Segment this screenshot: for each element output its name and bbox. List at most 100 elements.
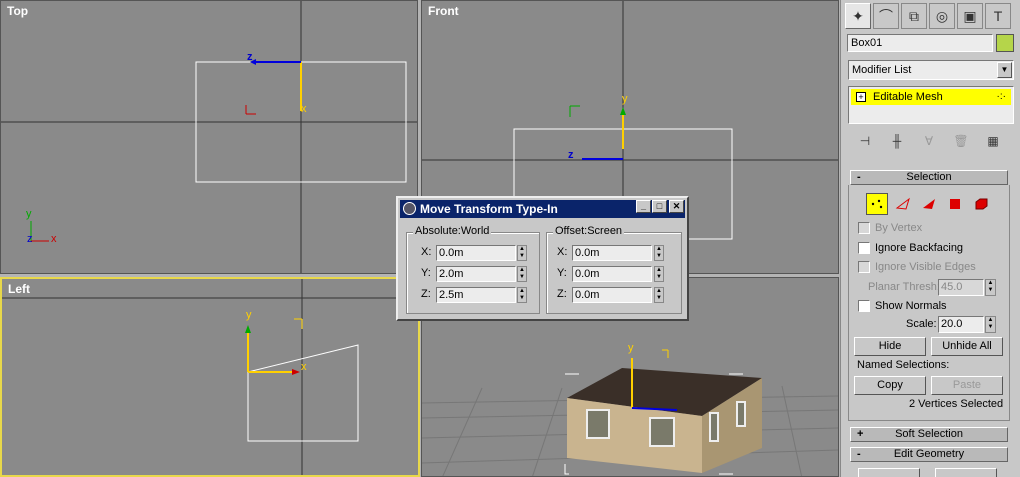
viewport-top[interactable]: Top z x y z x	[0, 0, 418, 274]
show-normals-checkbox[interactable]: Show Normals	[858, 300, 947, 312]
minimize-button[interactable]: _	[636, 200, 651, 213]
off-x-label: X:	[557, 246, 568, 258]
off-y-label: Y:	[557, 267, 567, 279]
off-y-spinner[interactable]: ▲ ▼	[654, 266, 664, 282]
edit-geometry-rollout-header[interactable]: - Edit Geometry	[850, 447, 1008, 462]
front-gizmo-y-label: y	[622, 93, 628, 105]
viewport-top-label: Top	[7, 4, 29, 18]
maximize-button[interactable]: □	[652, 200, 667, 213]
off-z-label: Z:	[557, 288, 567, 300]
abs-x-label: X:	[421, 246, 432, 258]
move-transform-dialog[interactable]: Move Transform Type-In _ □ ✕ Absolute:Wo…	[396, 196, 689, 321]
soft-selection-title: Soft Selection	[895, 428, 963, 440]
absolute-world-group: Absolute:World X: 0.0m ▲ ▼ Y: 2.0m ▲ ▼ Z: …	[406, 225, 540, 314]
abs-x-input[interactable]: 0.0m	[436, 245, 516, 261]
gizmo-z-label: z	[247, 51, 253, 63]
scale-input[interactable]: 20.0	[938, 316, 984, 333]
collapse-icon: -	[857, 171, 861, 183]
unhide-all-button[interactable]: Unhide All	[931, 337, 1003, 356]
offset-screen-title: Offset:Screen	[553, 225, 625, 237]
soft-selection-rollout-header[interactable]: + Soft Selection	[850, 427, 1008, 442]
vertex-dots-icon: ·:·	[996, 91, 1006, 102]
abs-z-input[interactable]: 2.5m	[436, 287, 516, 303]
front-gizmo-z-label: z	[568, 149, 574, 161]
motion-icon[interactable]: ◎	[929, 3, 955, 29]
hide-button[interactable]: Hide	[854, 337, 926, 356]
persp-gizmo-y-label: y	[628, 342, 634, 354]
gizmo-x-label: x	[301, 103, 307, 115]
axis-tripod-y: y	[26, 208, 32, 220]
offset-screen-group: Offset:Screen X: 0.0m ▲ ▼ Y: 0.0m ▲ ▼ Z: 0…	[546, 225, 682, 314]
viewport-left-canvas	[2, 279, 418, 475]
modifier-stack: + Editable Mesh ·:·	[848, 86, 1014, 124]
abs-z-spinner[interactable]: ▲ ▼	[517, 287, 527, 303]
off-y-input[interactable]: 0.0m	[572, 266, 652, 282]
vertex-mode-icon[interactable]	[866, 193, 888, 215]
abs-z-label: Z:	[421, 288, 431, 300]
selection-rollout-header[interactable]: - Selection	[850, 170, 1008, 185]
abs-y-label: Y:	[421, 267, 431, 279]
display-icon[interactable]: ▣	[957, 3, 983, 29]
chevron-down-icon: ▼	[997, 62, 1012, 78]
viewport-top-canvas	[1, 1, 417, 273]
abs-x-spinner[interactable]: ▲ ▼	[517, 245, 527, 261]
left-gizmo-x-label: x	[301, 361, 307, 373]
off-z-spinner[interactable]: ▲ ▼	[654, 287, 664, 303]
close-button[interactable]: ✕	[669, 200, 684, 213]
object-color-swatch[interactable]	[996, 34, 1014, 52]
pin-stack-icon[interactable]: ⊣	[854, 131, 876, 151]
edge-mode-icon[interactable]	[892, 193, 914, 215]
scale-label: Scale:	[906, 318, 937, 330]
stack-item-label: Editable Mesh	[873, 91, 943, 103]
scale-spinner[interactable]: ▲ ▼	[985, 316, 996, 333]
viewport-front-label: Front	[428, 4, 459, 18]
make-unique-icon[interactable]: ∀	[918, 131, 940, 151]
ignore-backfacing-checkbox[interactable]: Ignore Backfacing	[858, 242, 963, 254]
element-mode-icon[interactable]	[970, 193, 992, 215]
app-window: Top z x y z x Front y z Left y x y ✦ ⌒ ⧉…	[0, 0, 1020, 477]
show-normals-label: Show Normals	[875, 300, 947, 312]
modify-icon[interactable]: ⌒	[873, 3, 899, 29]
expand-icon: +	[857, 428, 864, 440]
planar-thresh-spinner[interactable]: ▲ ▼	[985, 279, 996, 296]
absolute-world-title: Absolute:World	[413, 225, 492, 237]
abs-y-input[interactable]: 2.0m	[436, 266, 516, 282]
modifier-list-dropdown[interactable]: Modifier List ▼	[848, 60, 1014, 80]
copy-button[interactable]: Copy	[854, 376, 926, 395]
by-vertex-checkbox[interactable]: By Vertex	[858, 222, 922, 234]
off-x-input[interactable]: 0.0m	[572, 245, 652, 261]
partial-button-right[interactable]	[935, 468, 997, 477]
app-icon	[403, 202, 416, 215]
viewport-left-label: Left	[8, 282, 30, 296]
planar-thresh-input[interactable]: 45.0	[938, 279, 984, 296]
dialog-title: Move Transform Type-In	[420, 202, 558, 216]
axis-tripod-z: z	[27, 233, 33, 245]
selection-status: 2 Vertices Selected	[909, 398, 1004, 410]
abs-y-spinner[interactable]: ▲ ▼	[517, 266, 527, 282]
planar-thresh-label: Planar Thresh:	[868, 281, 940, 293]
ignore-visible-edges-checkbox[interactable]: Ignore Visible Edges	[858, 261, 976, 273]
by-vertex-label: By Vertex	[875, 222, 923, 234]
remove-modifier-icon[interactable]: 🗑	[950, 131, 972, 151]
expand-icon[interactable]: +	[856, 92, 866, 102]
utilities-icon[interactable]: T	[985, 3, 1011, 29]
modifier-list-label: Modifier List	[852, 64, 912, 76]
hierarchy-icon[interactable]: ⧉	[901, 3, 927, 29]
show-end-result-icon[interactable]: ╫	[886, 131, 908, 151]
configure-sets-icon[interactable]: ▦	[982, 131, 1004, 151]
selection-rollout-title: Selection	[906, 171, 952, 183]
named-selections-label: Named Selections:	[857, 359, 950, 371]
partial-button-left[interactable]	[858, 468, 920, 477]
off-x-spinner[interactable]: ▲ ▼	[654, 245, 664, 261]
stack-tools-row: ⊣ ╫ ∀ 🗑 ▦	[848, 130, 1014, 152]
off-z-input[interactable]: 0.0m	[572, 287, 652, 303]
polygon-mode-icon[interactable]	[944, 193, 966, 215]
face-mode-icon[interactable]	[918, 193, 940, 215]
left-gizmo-y-label: y	[246, 309, 252, 321]
viewport-left[interactable]: Left y x	[0, 277, 420, 477]
object-name-field[interactable]: Box01	[847, 34, 993, 52]
create-icon[interactable]: ✦	[845, 3, 871, 29]
ignore-backfacing-label: Ignore Backfacing	[875, 242, 964, 254]
paste-button[interactable]: Paste	[931, 376, 1003, 395]
stack-item-editable-mesh[interactable]: + Editable Mesh ·:·	[851, 89, 1011, 105]
